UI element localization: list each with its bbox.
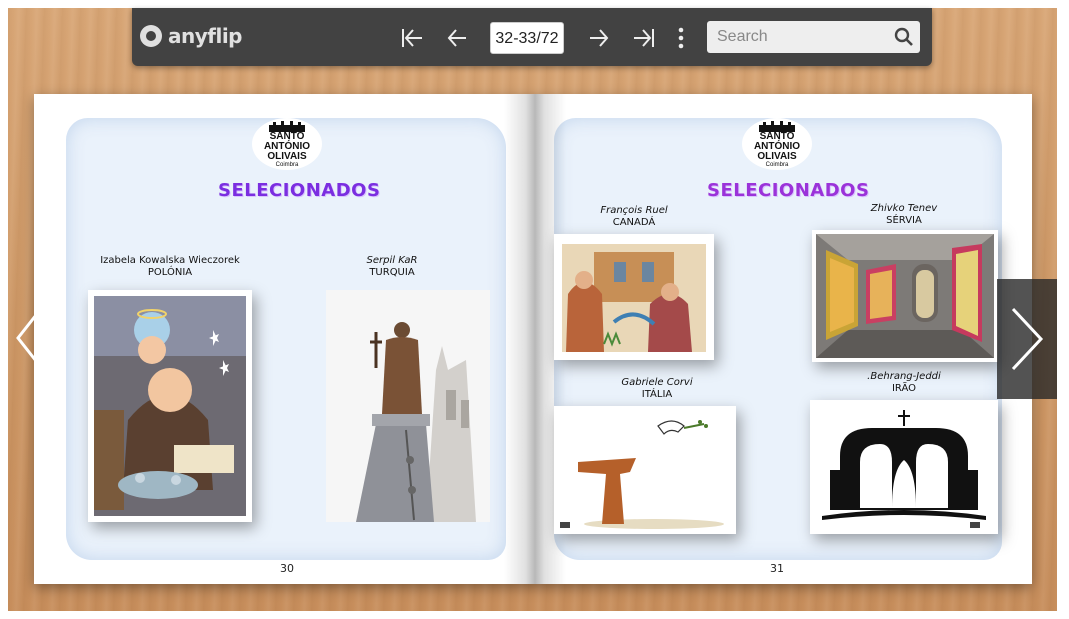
more-options-button[interactable] [674,24,688,52]
caption-entry-3: François Ruel CANADÁ [600,205,668,228]
search-input[interactable]: Search [707,21,920,53]
logo-text: anyflip [168,24,243,48]
prev-spread-button[interactable] [14,306,44,370]
prev-page-button[interactable] [443,24,471,52]
right-page-title: SELECIONADOS [707,180,870,201]
prev-page-icon [447,29,466,47]
caption-entry-6: .Behrang-Jeddi IRÃO [867,371,941,394]
caption-entry-2: Serpil KaR TURQUIA [366,255,418,278]
anyflip-logo-icon [140,25,162,47]
next-page-button[interactable] [585,24,613,52]
santo-antonio-emblem-right: SANTO ANTÓNIO OLIVAIS Coimbra [742,118,812,170]
artwork-friar-with-angel[interactable] [88,290,252,522]
more-options-icon [678,27,684,49]
artwork-icon-gallery[interactable] [812,230,998,362]
artwork-two-friars[interactable] [554,234,714,360]
first-page-icon [402,29,422,47]
artwork-tau-and-dove[interactable] [554,406,736,534]
caption-entry-5: Gabriele Corvi ITÁLIA [621,377,693,400]
flipbook-spread: SANTO ANTÓNIO OLIVAIS Coimbra SELECIONAD… [34,94,1032,584]
left-page-title: SELECIONADOS [218,180,381,201]
santo-antonio-emblem: SANTO ANTÓNIO OLIVAIS Coimbra [252,118,322,170]
next-spread-button[interactable] [997,279,1057,399]
last-page-icon [634,29,654,47]
artwork-friar-statue[interactable] [326,290,490,522]
first-page-button[interactable] [398,24,426,52]
page-number-right: 31 [770,562,784,575]
caption-entry-1: Izabela Kowalska Wieczorek POLÓNIA [100,255,240,278]
search-icon[interactable] [894,27,914,47]
next-page-icon [590,29,609,47]
toolbar: anyflip 32-33/72 Search [132,8,932,66]
caption-entry-4: Zhivko Tenev SÉRVIA [870,203,938,226]
anyflip-logo[interactable]: anyflip [140,22,243,50]
chevron-left-icon [16,309,42,367]
chevron-right-icon [1011,307,1044,371]
page-number-left: 30 [280,562,294,575]
artwork-silhouette-arch[interactable] [810,400,998,534]
last-page-button[interactable] [630,24,658,52]
page-indicator-input[interactable]: 32-33/72 [490,22,564,54]
search-placeholder: Search [717,28,768,45]
